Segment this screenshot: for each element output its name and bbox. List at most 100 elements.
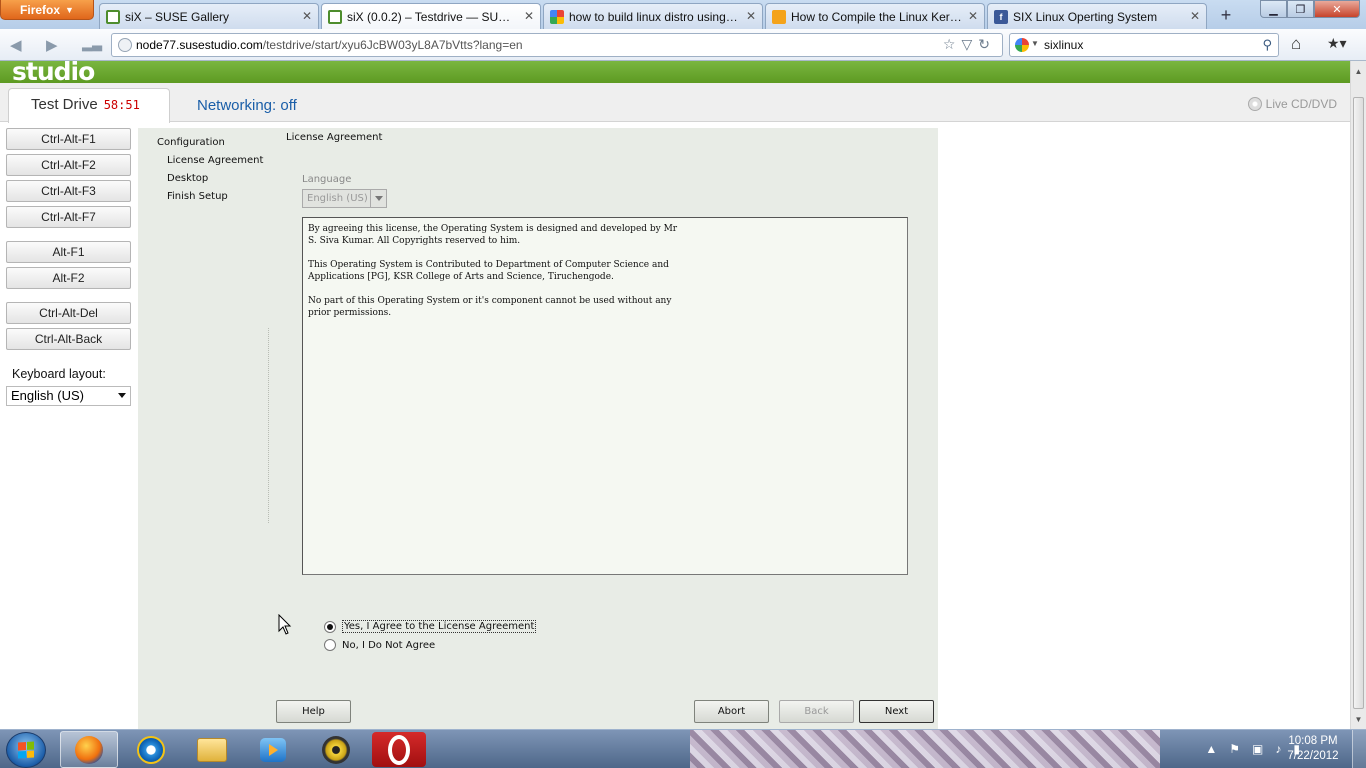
license-paragraph: This Operating System is Contributed to … xyxy=(308,260,669,282)
disagree-radio[interactable] xyxy=(324,639,336,651)
networking-status-link[interactable]: Networking: off xyxy=(197,97,297,114)
agree-radio-option[interactable]: Yes, I Agree to the License Agreement xyxy=(324,620,537,633)
taskbar-clock[interactable]: 10:08 PM 7/22/2012 xyxy=(1282,734,1344,764)
network-icon[interactable]: ▣ xyxy=(1252,742,1263,756)
close-icon[interactable]: ✕ xyxy=(302,9,312,23)
new-tab-button[interactable]: + xyxy=(1213,3,1239,27)
tray-expand-icon[interactable]: ▲ xyxy=(1205,742,1217,756)
page-content: studio Test Drive 58:51 Networking: off L… xyxy=(0,61,1350,729)
browser-tab-google[interactable]: how to build linux distro using li... ✕ xyxy=(543,3,763,29)
chevron-down-icon[interactable]: ▼ xyxy=(1031,39,1039,48)
live-cd-link[interactable]: Live CD/DVD xyxy=(1247,97,1337,111)
tab-strip: siX – SUSE Gallery ✕ siX (0.0.2) – Testd… xyxy=(99,3,1239,29)
bookmarks-icon[interactable]: ★▾ xyxy=(1327,35,1347,52)
folder-icon xyxy=(197,737,227,762)
language-label: Language xyxy=(302,174,352,185)
maximize-button[interactable]: ❐ xyxy=(1287,0,1314,18)
testdrive-tab[interactable]: Test Drive 58:51 xyxy=(8,88,170,123)
keyboard-layout-value: English (US) xyxy=(11,388,84,403)
back-arrow-icon[interactable]: ◀ xyxy=(10,36,22,54)
tab-title: SIX Linux Operting System xyxy=(1013,9,1158,24)
license-text-box[interactable]: By agreeing this license, the Operating … xyxy=(302,217,908,575)
taskbar-firefox[interactable] xyxy=(60,731,118,768)
history-dropdown-icon[interactable]: ▽ xyxy=(961,36,978,52)
show-desktop-button[interactable] xyxy=(1352,730,1366,768)
ctrl-alt-f7-button[interactable]: Ctrl-Alt-F7 xyxy=(6,206,131,228)
ctrl-alt-f3-button[interactable]: Ctrl-Alt-F3 xyxy=(6,180,131,202)
ctrl-alt-del-button[interactable]: Ctrl-Alt-Del xyxy=(6,302,131,324)
step-license: License Agreement xyxy=(167,155,264,166)
home-icon[interactable]: ⌂ xyxy=(1291,34,1301,54)
scroll-up-icon[interactable]: ▲ xyxy=(1351,63,1366,79)
taskbar-media-player[interactable] xyxy=(244,731,302,768)
flag-icon[interactable]: ⚑ xyxy=(1229,742,1240,756)
back-button[interactable]: Back xyxy=(779,700,854,723)
volume-icon[interactable]: ♪ xyxy=(1275,742,1281,756)
site-identity-icon[interactable] xyxy=(118,38,132,52)
browser-tab-suse-gallery[interactable]: siX – SUSE Gallery ✕ xyxy=(99,3,319,29)
taskbar-disc-app[interactable] xyxy=(307,731,365,768)
suse-icon xyxy=(328,9,342,24)
firefox-menu-button[interactable]: Firefox ▼ xyxy=(0,0,94,20)
taskbar-internet-explorer[interactable] xyxy=(122,731,180,768)
ctrl-alt-f1-button[interactable]: Ctrl-Alt-F1 xyxy=(6,128,131,150)
address-bar[interactable]: node77.susestudio.com/testdrive/start/xy… xyxy=(111,33,1003,57)
start-button[interactable] xyxy=(6,732,46,768)
url-actions: ☆▽↻ xyxy=(943,36,996,53)
live-cd-label: Live CD/DVD xyxy=(1265,97,1337,111)
vm-screen[interactable]: Configuration License Agreement Desktop … xyxy=(138,128,938,729)
search-input[interactable]: sixlinux xyxy=(1044,38,1083,52)
ctrl-alt-back-button[interactable]: Ctrl-Alt-Back xyxy=(6,328,131,350)
testdrive-header: Test Drive 58:51 Networking: off Live CD/… xyxy=(0,83,1350,123)
agree-radio-label[interactable]: Yes, I Agree to the License Agreement xyxy=(342,620,537,633)
suse-icon xyxy=(106,9,120,24)
keyboard-layout-label: Keyboard layout: xyxy=(12,367,106,381)
url-host: node77.susestudio.com xyxy=(136,38,263,52)
alt-f2-button[interactable]: Alt-F2 xyxy=(6,267,131,289)
disagree-radio-label[interactable]: No, I Do Not Agree xyxy=(342,640,435,651)
close-icon[interactable]: ✕ xyxy=(746,9,756,23)
screen: Firefox ▼ siX – SUSE Gallery ✕ siX (0.0.… xyxy=(0,0,1366,768)
minimize-button[interactable]: ▁ xyxy=(1260,0,1287,18)
firefox-menu-label: Firefox xyxy=(20,2,61,17)
scroll-down-icon[interactable]: ▼ xyxy=(1351,711,1366,727)
agree-radio[interactable] xyxy=(324,620,336,633)
navigation-toolbar: ◀ ▶ ▂▃ node77.susestudio.com/testdrive/s… xyxy=(0,29,1366,61)
search-icon[interactable]: ⚲ xyxy=(1262,37,1272,53)
google-icon[interactable] xyxy=(1015,38,1029,52)
browser-tab-blogger[interactable]: How to Compile the Linux Kern... ✕ xyxy=(765,3,985,29)
facebook-icon: f xyxy=(994,9,1008,24)
dialog-title: License Agreement xyxy=(286,132,383,143)
testdrive-label: Test Drive xyxy=(31,96,98,113)
window-close-button[interactable]: ✕ xyxy=(1314,0,1360,18)
step-finish-setup: Finish Setup xyxy=(167,191,228,202)
ctrl-alt-f2-button[interactable]: Ctrl-Alt-F2 xyxy=(6,154,131,176)
close-icon[interactable]: ✕ xyxy=(968,9,978,23)
taskbar-explorer[interactable] xyxy=(183,731,241,768)
forward-arrow-icon[interactable]: ▶ xyxy=(46,36,58,54)
disagree-radio-option[interactable]: No, I Do Not Agree xyxy=(324,639,435,651)
keyboard-layout-select[interactable]: English (US) xyxy=(6,386,131,406)
bookmark-star-icon[interactable]: ☆ xyxy=(943,36,962,52)
reload-icon[interactable]: ↻ xyxy=(978,36,996,52)
browser-tab-testdrive[interactable]: siX (0.0.2) – Testdrive — SUSE St... ✕ xyxy=(321,3,541,29)
alt-f1-button[interactable]: Alt-F1 xyxy=(6,241,131,263)
search-bar[interactable]: ▼ sixlinux ⚲ xyxy=(1009,33,1279,57)
taskbar-opera[interactable] xyxy=(370,731,428,768)
disc-icon xyxy=(322,735,350,764)
clock-date: 7/22/2012 xyxy=(1287,750,1339,762)
close-icon[interactable]: ✕ xyxy=(524,9,534,23)
help-button[interactable]: Help xyxy=(276,700,351,723)
abort-button[interactable]: Abort xyxy=(694,700,769,723)
next-button[interactable]: Next xyxy=(859,700,934,723)
chevron-down-icon: ▼ xyxy=(65,4,74,15)
page-scrollbar[interactable]: ▲ ▼ xyxy=(1350,61,1366,729)
browser-tab-facebook[interactable]: f SIX Linux Operting System ✕ xyxy=(987,3,1207,29)
close-icon[interactable]: ✕ xyxy=(1190,9,1200,23)
internet-explorer-icon xyxy=(137,735,165,764)
scrollbar-thumb[interactable] xyxy=(1353,97,1364,709)
language-select[interactable]: English (US) xyxy=(302,189,387,208)
tab-title: how to build linux distro using li... xyxy=(569,9,740,24)
opera-icon xyxy=(372,732,426,767)
media-player-icon xyxy=(260,737,286,762)
